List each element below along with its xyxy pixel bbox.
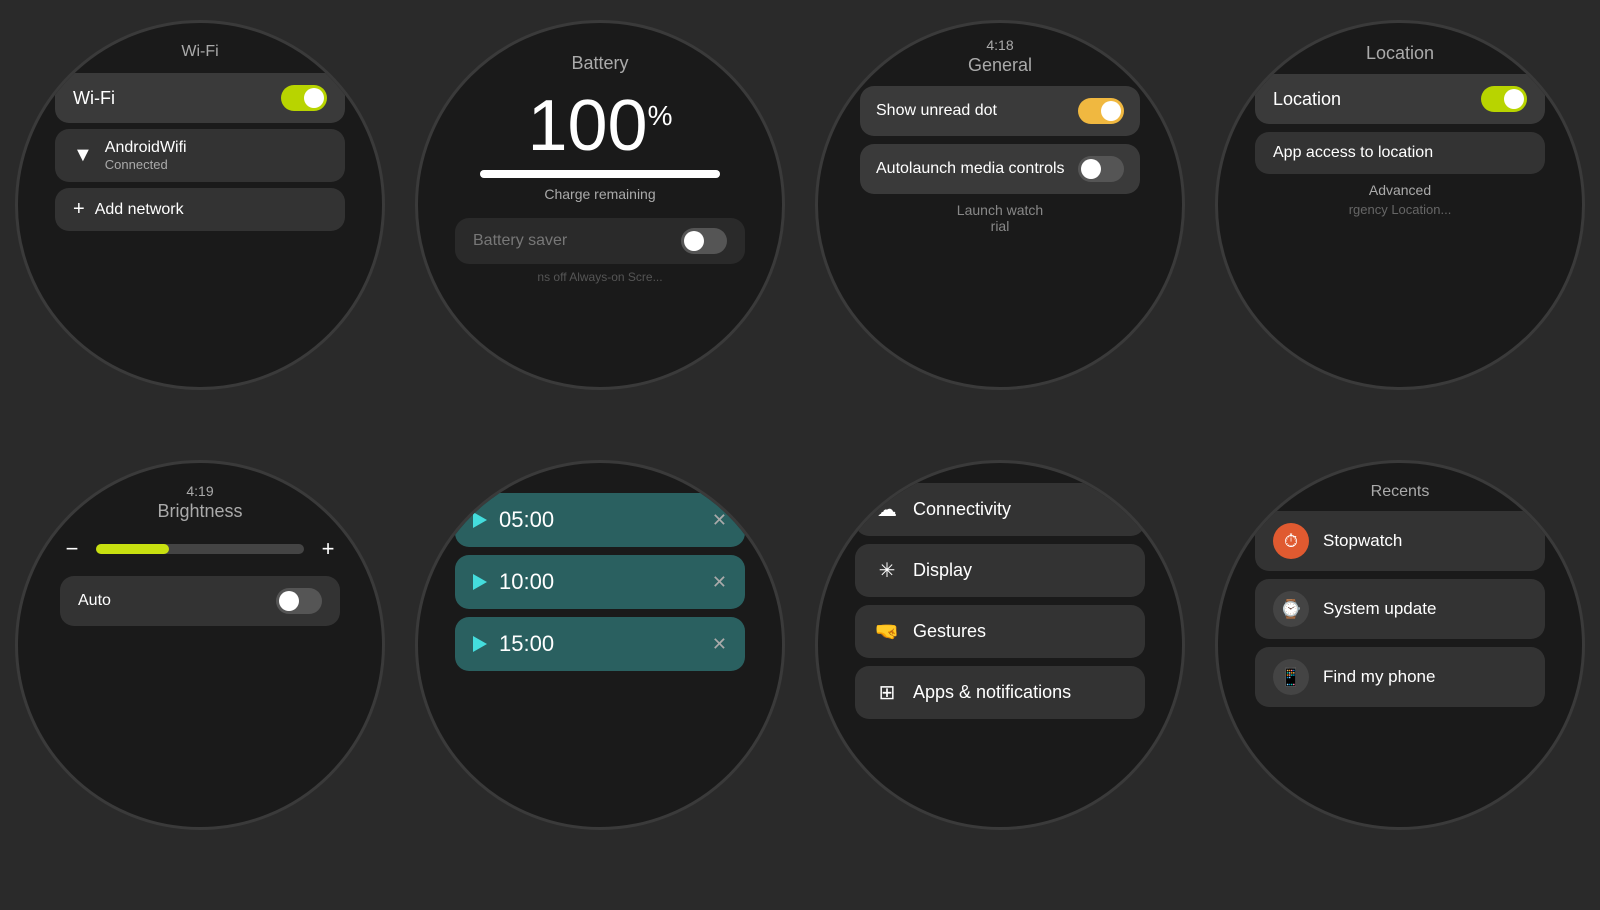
show-unread-toggle[interactable] — [1078, 98, 1124, 124]
cloud-icon: ☁ — [873, 497, 901, 522]
launch-watch-text: Launch watchrial — [957, 202, 1043, 234]
gesture-icon: 🤜 — [873, 619, 901, 644]
recents-stopwatch[interactable]: ⏱ Stopwatch — [1255, 511, 1545, 571]
brightness-title: Brightness — [157, 501, 242, 522]
show-unread-label: Show unread dot — [876, 102, 1078, 120]
gestures-label: Gestures — [913, 621, 986, 642]
apps-icon: ⊞ — [873, 680, 901, 705]
apps-label: Apps & notifications — [913, 682, 1071, 703]
battery-always-on-text: ns off Always-on Scre... — [537, 270, 662, 284]
app-access-label: App access to location — [1273, 144, 1433, 161]
timer-item-1[interactable]: 05:00 ✕ — [455, 493, 745, 547]
wifi-toggle[interactable] — [281, 85, 327, 111]
battery-bar — [480, 170, 720, 178]
brightness-track[interactable] — [96, 544, 304, 554]
wifi-label: Wi-Fi — [73, 88, 115, 109]
wifi-signal-icon: ▼ — [73, 144, 93, 167]
find-phone-label: Find my phone — [1323, 667, 1435, 687]
recents-find-phone[interactable]: 📱 Find my phone — [1255, 647, 1545, 707]
timer-play-icon-3 — [473, 636, 487, 652]
general-title: General — [968, 55, 1032, 76]
autolaunch-toggle[interactable] — [1078, 156, 1124, 182]
general-watch: 4:18 General Show unread dot Autolaunch … — [810, 20, 1190, 440]
location-label: Location — [1273, 89, 1341, 110]
timer-item-2[interactable]: 10:00 ✕ — [455, 555, 745, 609]
wifi-network-name: AndroidWifi — [105, 139, 187, 157]
brightness-time: 4:19 — [186, 483, 213, 499]
brightness-auto-row[interactable]: Auto — [60, 576, 340, 626]
show-unread-row[interactable]: Show unread dot — [860, 86, 1140, 136]
brightness-watch: 4:19 Brightness − + Auto — [10, 460, 390, 880]
settings-apps[interactable]: ⊞ Apps & notifications — [855, 666, 1145, 719]
brightness-auto-label: Auto — [78, 592, 111, 610]
recents-system-update[interactable]: ⌚ System update — [1255, 579, 1545, 639]
battery-percent: 100% — [527, 90, 672, 162]
find-phone-icon: 📱 — [1273, 659, 1309, 695]
advanced-label: Advanced — [1369, 182, 1431, 198]
settings-display[interactable]: ✳ Display — [855, 544, 1145, 597]
timer-close-2[interactable]: ✕ — [712, 572, 727, 593]
timer-close-1[interactable]: ✕ — [712, 510, 727, 531]
battery-charge-text: Charge remaining — [544, 186, 655, 202]
display-icon: ✳ — [873, 558, 901, 583]
stopwatch-label: Stopwatch — [1323, 531, 1402, 551]
brightness-decrease-button[interactable]: − — [60, 536, 84, 562]
main-grid: Wi-Fi Wi-Fi ▼ AndroidWifi Connected + Ad… — [0, 0, 1600, 910]
settings-watch: ☁ Connectivity ✳ Display 🤜 Gestures ⊞ Ap… — [810, 460, 1190, 880]
battery-watch: Battery 100% Charge remaining Battery sa… — [410, 20, 790, 440]
recents-watch: Recents ⏱ Stopwatch ⌚ System update 📱 Fi… — [1210, 460, 1590, 880]
location-toggle[interactable] — [1481, 86, 1527, 112]
settings-gestures[interactable]: 🤜 Gestures — [855, 605, 1145, 658]
add-network-label: Add network — [95, 201, 184, 219]
add-network-row[interactable]: + Add network — [55, 188, 345, 231]
recents-title: Recents — [1371, 483, 1430, 501]
location-title: Location — [1366, 43, 1434, 64]
general-time: 4:18 — [986, 37, 1013, 53]
emergency-location-text: rgency Location... — [1349, 202, 1452, 217]
autolaunch-label: Autolaunch media controls — [876, 160, 1078, 178]
autolaunch-row[interactable]: Autolaunch media controls — [860, 144, 1140, 194]
wifi-watch: Wi-Fi Wi-Fi ▼ AndroidWifi Connected + Ad… — [10, 20, 390, 440]
battery-title: Battery — [571, 53, 628, 74]
settings-connectivity[interactable]: ☁ Connectivity — [855, 483, 1145, 536]
system-update-label: System update — [1323, 599, 1436, 619]
plus-icon: + — [73, 198, 85, 221]
wifi-network-status: Connected — [105, 157, 187, 172]
wifi-network-row[interactable]: ▼ AndroidWifi Connected — [55, 129, 345, 182]
brightness-increase-button[interactable]: + — [316, 536, 340, 562]
battery-saver-toggle[interactable] — [681, 228, 727, 254]
stopwatch-icon: ⏱ — [1273, 523, 1309, 559]
brightness-auto-toggle[interactable] — [276, 588, 322, 614]
battery-saver-row[interactable]: Battery saver — [455, 218, 745, 264]
connectivity-label: Connectivity — [913, 499, 1011, 520]
wifi-title: Wi-Fi — [181, 43, 218, 61]
timer-time-3: 15:00 — [499, 631, 554, 657]
location-watch: Location Location App access to location… — [1210, 20, 1590, 440]
timer-time-2: 10:00 — [499, 569, 554, 595]
timer-item-3[interactable]: 15:00 ✕ — [455, 617, 745, 671]
display-label: Display — [913, 560, 972, 581]
timer-watch: 05:00 ✕ 10:00 ✕ 15:00 ✕ — [410, 460, 790, 880]
system-update-icon: ⌚ — [1273, 591, 1309, 627]
battery-saver-label: Battery saver — [473, 232, 567, 250]
wifi-toggle-row[interactable]: Wi-Fi — [55, 73, 345, 123]
timer-play-icon-2 — [473, 574, 487, 590]
location-toggle-row[interactable]: Location — [1255, 74, 1545, 124]
brightness-slider-row: − + — [60, 536, 340, 562]
timer-close-3[interactable]: ✕ — [712, 634, 727, 655]
app-access-row[interactable]: App access to location — [1255, 132, 1545, 174]
timer-play-icon-1 — [473, 512, 487, 528]
timer-time-1: 05:00 — [499, 507, 554, 533]
